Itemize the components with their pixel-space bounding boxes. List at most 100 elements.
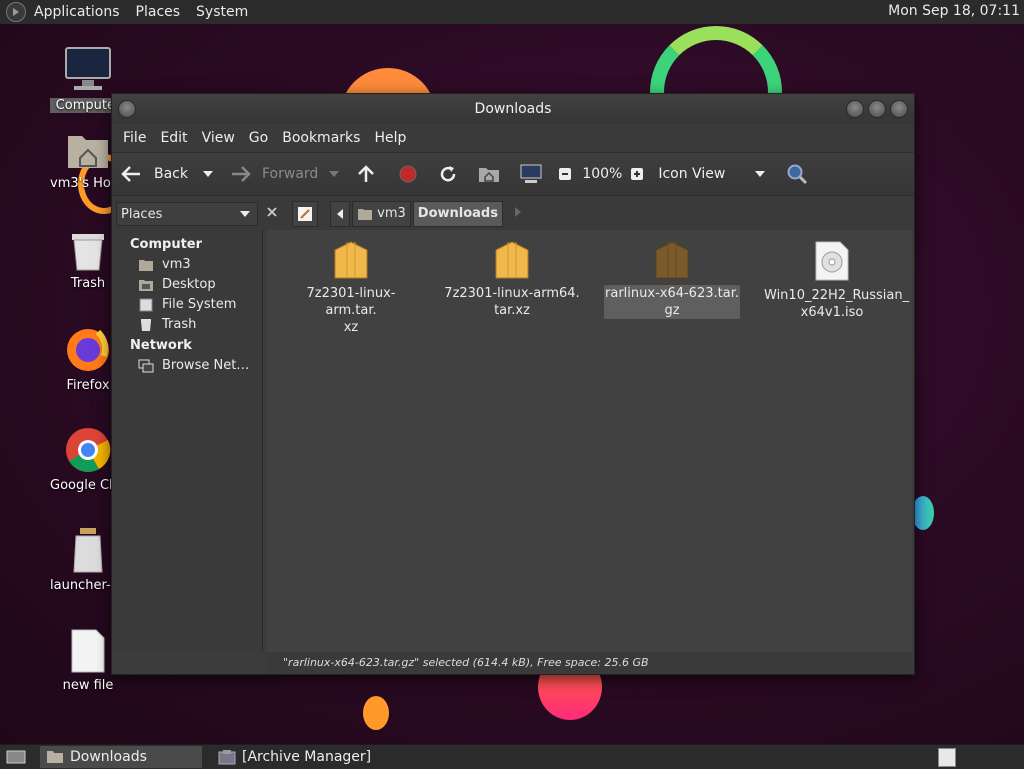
desktop-icon-label: new file [62, 678, 114, 693]
home-folder-icon [139, 259, 153, 271]
zoom-out-button[interactable] [558, 167, 572, 181]
window-title: Downloads [474, 101, 552, 117]
menu-bookmarks[interactable]: Bookmarks [275, 130, 367, 146]
file-item[interactable]: Win10_22H2_Russian_ x64v1.iso [764, 240, 910, 321]
taskbar-item-downloads[interactable]: Downloads [40, 746, 202, 768]
system-logo-icon[interactable] [6, 2, 26, 22]
computer-button[interactable] [520, 164, 542, 184]
minimize-button[interactable] [846, 100, 864, 118]
up-arrow-icon [358, 165, 375, 182]
file-name: 7z2301-linux-arm64. tar.xz [444, 286, 580, 318]
home-button[interactable] [478, 165, 500, 183]
show-desktop-button[interactable] [0, 746, 32, 768]
back-arrow-icon [121, 166, 140, 182]
forward-button[interactable]: Forward [230, 165, 318, 183]
home-folder-icon [68, 136, 108, 168]
zoom-in-button[interactable] [630, 167, 644, 181]
network-icon [138, 359, 154, 372]
window-titlebar[interactable]: Downloads [112, 94, 914, 124]
sidebar-header-computer: Computer [130, 237, 203, 252]
file-manager-window: Downloads File Edit View Go Bookmarks He… [111, 93, 915, 675]
sidebar-item-file-system[interactable]: File System [112, 295, 262, 315]
window-menu-button[interactable] [118, 100, 136, 118]
breadcrumb-item-downloads[interactable]: Downloads [412, 201, 503, 227]
search-button[interactable] [786, 163, 808, 185]
edit-icon [298, 206, 312, 221]
menubar: File Edit View Go Bookmarks Help [112, 124, 914, 152]
sidebar-type-label: Places [121, 206, 163, 222]
stop-icon [399, 165, 417, 183]
toolbar: Back Forward 100% Icon View [112, 152, 914, 196]
forward-arrow-icon [232, 166, 251, 182]
file-item-selected[interactable]: rarlinux-x64-623.tar. gz [604, 240, 740, 319]
menu-view[interactable]: View [195, 130, 242, 146]
view-mode-label: Icon View [658, 166, 726, 182]
file-name: Win10_22H2_Russian_ x64v1.iso [764, 288, 910, 320]
drive-icon [139, 298, 153, 311]
archive-package-icon [334, 241, 368, 279]
sidebar-type-select[interactable]: Places [116, 202, 258, 226]
chevron-left-icon [337, 208, 343, 219]
breadcrumb-item-vm3[interactable]: vm3 [352, 201, 411, 227]
menu-file[interactable]: File [116, 130, 153, 146]
chevron-down-icon [203, 171, 213, 177]
trash-icon [141, 318, 151, 331]
taskbar-item-archive-manager[interactable]: [Archive Manager] [212, 746, 377, 768]
maximize-button[interactable] [868, 100, 886, 118]
forward-history-dropdown[interactable] [328, 170, 340, 178]
location-bar: Places vm3 Downloads [112, 196, 914, 232]
toggle-location-entry-button[interactable] [292, 201, 318, 227]
menu-help[interactable]: Help [367, 130, 413, 146]
close-sidebar-button[interactable] [266, 206, 278, 222]
back-history-dropdown[interactable] [202, 170, 214, 178]
sidebar-item-trash[interactable]: Trash [112, 315, 262, 335]
workspace-switcher[interactable] [938, 748, 956, 767]
menu-edit[interactable]: Edit [153, 130, 194, 146]
file-name: 7z2301-linux-arm.tar. xz [306, 286, 396, 335]
chevron-right-icon [514, 207, 521, 217]
file-item[interactable]: 7z2301-linux-arm64. tar.xz [444, 240, 580, 319]
applications-menu[interactable]: Applications [26, 4, 128, 20]
file-icon [71, 629, 105, 673]
chevron-down-icon [240, 211, 250, 217]
breadcrumb-scroll-left[interactable] [330, 201, 350, 227]
zoom-level: 100% [582, 166, 623, 182]
search-icon [787, 164, 808, 185]
archive-package-icon [495, 241, 529, 279]
up-button[interactable] [356, 164, 376, 184]
menu-go[interactable]: Go [242, 130, 275, 146]
back-button[interactable]: Back [120, 165, 188, 183]
close-button[interactable] [890, 100, 908, 118]
chevron-down-icon [755, 171, 766, 177]
jar-icon [73, 528, 103, 573]
computer-icon [520, 164, 542, 183]
trash-icon [72, 234, 104, 271]
home-folder-icon [479, 168, 500, 182]
desktop-folder-icon [139, 279, 153, 291]
reload-icon [441, 166, 456, 182]
sidebar-item-vm3[interactable]: vm3 [112, 255, 262, 275]
wallpaper-blue-shape [912, 496, 934, 530]
view-mode-select[interactable]: Icon View [658, 166, 766, 182]
zoom-in-icon [631, 168, 644, 180]
zoom-out-icon [559, 168, 572, 180]
show-desktop-icon [6, 750, 26, 764]
status-bar: "rarlinux-x64-623.tar.gz" selected (614.… [267, 652, 912, 674]
reload-button[interactable] [438, 164, 458, 184]
system-menu[interactable]: System [188, 4, 256, 20]
stop-button[interactable] [398, 164, 418, 184]
chevron-down-icon [329, 171, 340, 177]
folder-icon [47, 751, 63, 763]
disc-image-icon [815, 241, 849, 281]
firefox-icon [67, 329, 109, 371]
clock[interactable]: Mon Sep 18, 07:11 [888, 3, 1020, 19]
file-name: rarlinux-x64-623.tar. gz [604, 285, 740, 319]
forward-label: Forward [262, 166, 319, 182]
breadcrumb-scroll-right[interactable] [513, 206, 523, 222]
file-view[interactable]: 7z2301-linux-arm.tar. xz 7z2301-linux-ar… [267, 230, 912, 652]
file-item[interactable]: 7z2301-linux-arm.tar. xz [283, 240, 419, 336]
chrome-icon [66, 428, 111, 472]
sidebar-item-browse-network[interactable]: Browse Net… [112, 356, 262, 376]
sidebar-item-desktop[interactable]: Desktop [112, 275, 262, 295]
places-menu[interactable]: Places [128, 4, 189, 20]
